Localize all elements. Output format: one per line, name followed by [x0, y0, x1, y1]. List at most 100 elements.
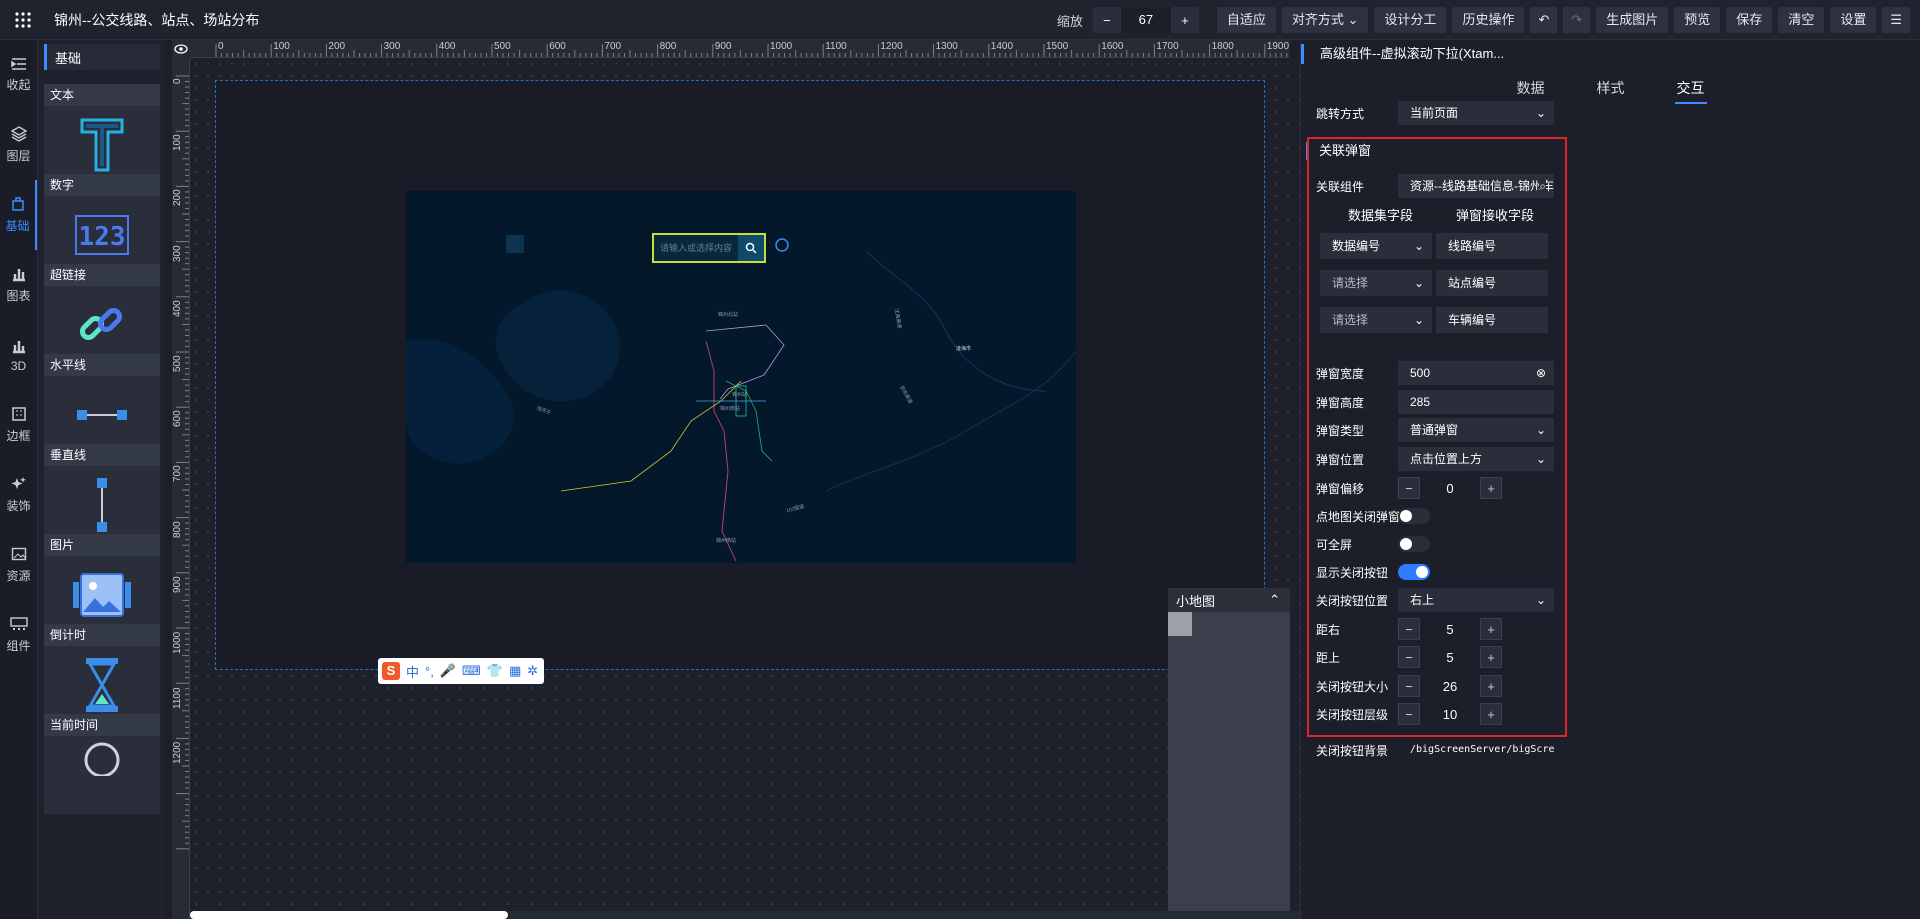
search-icon[interactable]: [738, 235, 764, 261]
mapping-target-field[interactable]: 站点编号: [1436, 270, 1548, 296]
close-position-select[interactable]: 右上 ⌄: [1398, 588, 1554, 612]
popup-height-input[interactable]: 285: [1398, 390, 1554, 414]
jump-mode-select[interactable]: 当前页面 ⌄: [1398, 101, 1554, 125]
nav-chart[interactable]: 图表: [0, 250, 37, 320]
generate-image-button[interactable]: 生成图片: [1596, 7, 1669, 33]
map-settings-icon[interactable]: [775, 238, 789, 252]
design-division-button[interactable]: 设计分工: [1374, 7, 1447, 33]
close-bg-row: 关闭按钮背景 /bigScreenServer/bigScree: [1316, 738, 1586, 762]
decrement-button[interactable]: −: [1398, 675, 1420, 697]
close-top-value[interactable]: 5: [1420, 650, 1480, 665]
nav-border[interactable]: 边框: [0, 390, 37, 460]
hamburger-menu-icon[interactable]: ☰: [1882, 7, 1910, 33]
nav-decoration[interactable]: 装饰: [0, 460, 37, 530]
fit-button[interactable]: 自适应: [1216, 7, 1276, 33]
ime-mode[interactable]: 中: [406, 662, 419, 681]
undo-icon[interactable]: ↶: [1530, 7, 1558, 33]
click-map-close-toggle[interactable]: [1398, 508, 1430, 524]
component-number[interactable]: 数字 123: [44, 174, 160, 274]
history-button[interactable]: 历史操作: [1452, 7, 1525, 33]
minimap-header[interactable]: 小地图 ⌃: [1168, 588, 1290, 612]
component-hyperlink[interactable]: 超链接: [44, 264, 160, 364]
popup-width-input[interactable]: 500 ⊗: [1398, 361, 1554, 385]
ime-voice-icon[interactable]: 🎤: [440, 663, 456, 679]
component-text[interactable]: 文本: [44, 84, 160, 184]
zoom-value[interactable]: 67: [1120, 7, 1171, 33]
ime-toolbar[interactable]: S 中 °, 🎤 ⌨ 👕 ▦ ✲: [378, 658, 544, 684]
component-title: 垂直线: [44, 444, 160, 466]
show-close-toggle[interactable]: [1398, 564, 1430, 580]
zoom-out-button[interactable]: −: [1093, 13, 1121, 28]
ruler-y-label: 700: [172, 465, 183, 483]
align-button[interactable]: 对齐方式 ⌄: [1281, 7, 1369, 33]
app-menu-icon[interactable]: [0, 0, 46, 40]
decrement-button[interactable]: −: [1398, 703, 1420, 725]
ime-settings-icon[interactable]: ✲: [527, 663, 538, 679]
increment-button[interactable]: +: [1480, 477, 1502, 499]
3d-icon: [12, 340, 25, 353]
mapping-source-select[interactable]: 数据编号 ⌄: [1320, 233, 1432, 259]
popup-offset-value[interactable]: 0: [1420, 481, 1480, 496]
close-size-value[interactable]: 26: [1420, 679, 1480, 694]
close-right-value[interactable]: 5: [1420, 622, 1480, 637]
search-input[interactable]: 请输入或选择内容: [654, 235, 738, 261]
nav-layers[interactable]: 图层: [0, 110, 37, 180]
save-button[interactable]: 保存: [1726, 7, 1773, 33]
map-widget[interactable]: 请输入或选择内容 锦州北站 锦州站 锦州南站 锦州南站 102国道 沈海高速 凌…: [406, 191, 1076, 563]
map-search-box[interactable]: 请输入或选择内容: [652, 233, 766, 263]
decrement-button[interactable]: −: [1398, 477, 1420, 499]
decrement-button[interactable]: −: [1398, 646, 1420, 668]
visibility-eye-icon[interactable]: [172, 40, 190, 58]
mapping-target-field[interactable]: 线路编号: [1436, 233, 1548, 259]
ime-skin-icon[interactable]: 👕: [487, 663, 503, 679]
increment-button[interactable]: +: [1480, 703, 1502, 725]
nav-collapse[interactable]: 收起: [0, 40, 37, 110]
ime-keyboard-icon[interactable]: ⌨: [462, 663, 481, 679]
ime-punct-icon[interactable]: °,: [425, 664, 434, 679]
screen-artboard[interactable]: 请输入或选择内容 锦州北站 锦州站 锦州南站 锦州南站 102国道 沈海高速 凌…: [215, 80, 1265, 670]
increment-button[interactable]: +: [1480, 646, 1502, 668]
close-right-row: 距右 − 5 +: [1316, 617, 1586, 641]
mapping-source-select[interactable]: 请选择 ⌄: [1320, 270, 1432, 296]
resource-icon: [11, 547, 26, 561]
zoom-in-button[interactable]: +: [1171, 13, 1199, 28]
linked-component-select[interactable]: 资源--线路基础信息-锦州车 ⌕: [1398, 174, 1554, 198]
increment-button[interactable]: +: [1480, 675, 1502, 697]
design-canvas[interactable]: 请输入或选择内容 锦州北站 锦州站 锦州南站 锦州南站 102国道 沈海高速 凌…: [190, 58, 1300, 919]
popup-type-select[interactable]: 普通弹窗 ⌄: [1398, 418, 1554, 442]
component-horizontal-line[interactable]: 水平线: [44, 354, 160, 454]
close-zindex-value[interactable]: 10: [1420, 707, 1480, 722]
minimap-viewport[interactable]: [1168, 612, 1192, 636]
map-layer-icon[interactable]: [506, 235, 524, 253]
ime-apps-icon[interactable]: ▦: [509, 663, 521, 679]
component-countdown[interactable]: 倒计时: [44, 624, 160, 724]
settings-button[interactable]: 设置: [1830, 7, 1877, 33]
nav-3d[interactable]: 3D: [0, 320, 37, 390]
nav-component[interactable]: 组件: [0, 600, 37, 670]
preview-button[interactable]: 预览: [1674, 7, 1721, 33]
popup-position-select[interactable]: 点击位置上方 ⌄: [1398, 447, 1554, 471]
clear-icon[interactable]: ⊗: [1536, 361, 1546, 385]
fullscreen-toggle[interactable]: [1398, 536, 1430, 552]
minimap[interactable]: 小地图 ⌃: [1168, 588, 1290, 919]
nav-resource[interactable]: 资源: [0, 530, 37, 600]
scrollbar-thumb[interactable]: [190, 911, 508, 919]
chevron-up-icon[interactable]: ⌃: [1269, 592, 1280, 608]
close-bg-input[interactable]: /bigScreenServer/bigScree: [1398, 738, 1554, 762]
increment-button[interactable]: +: [1480, 618, 1502, 640]
tab-interaction[interactable]: 交互: [1674, 78, 1707, 104]
ruler-y-label: 1100: [172, 687, 183, 710]
clear-button[interactable]: 清空: [1778, 7, 1825, 33]
component-vertical-line[interactable]: 垂直线: [44, 444, 160, 544]
component-image[interactable]: 图片: [44, 534, 160, 634]
decrement-button[interactable]: −: [1398, 618, 1420, 640]
mapping-target-field[interactable]: 车辆编号: [1436, 307, 1548, 333]
ruler-y-label: 200: [172, 189, 183, 207]
component-current-time[interactable]: 当前时间: [44, 714, 160, 814]
horizontal-scrollbar[interactable]: [190, 911, 1300, 919]
tab-style[interactable]: 样式: [1595, 78, 1627, 104]
mapping-source-select[interactable]: 请选择 ⌄: [1320, 307, 1432, 333]
nav-basic[interactable]: 基础: [0, 180, 37, 250]
redo-icon[interactable]: ↷: [1563, 7, 1591, 33]
close-position-row: 关闭按钮位置 右上 ⌄: [1316, 588, 1586, 612]
